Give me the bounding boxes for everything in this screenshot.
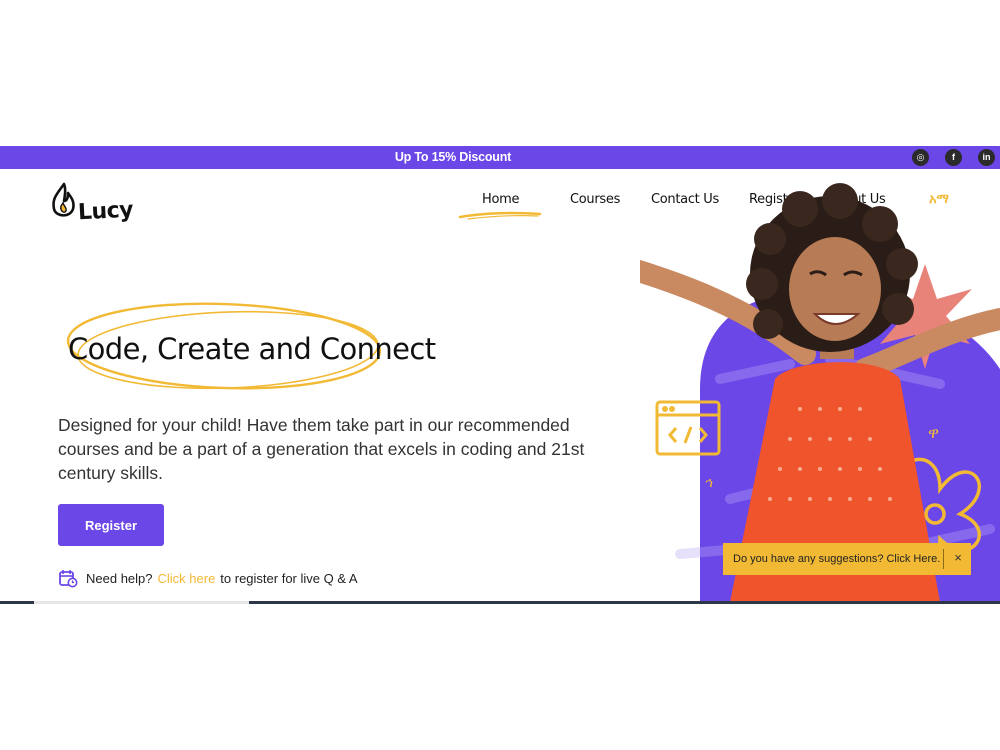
nav-home[interactable]: Home xyxy=(482,192,520,207)
flame-icon xyxy=(52,182,75,217)
instagram-icon[interactable]: ◎ xyxy=(912,149,929,166)
help-prefix: Need help? xyxy=(86,570,153,586)
brand-name: Lucy xyxy=(77,197,134,226)
help-link[interactable]: Click here xyxy=(158,571,216,586)
close-icon[interactable]: × xyxy=(951,550,965,566)
promo-text[interactable]: Up To 15% Discount xyxy=(0,150,906,164)
nav-courses[interactable]: Courses xyxy=(570,192,620,207)
help-row: Need help? Click here to register for li… xyxy=(58,568,358,588)
brand-logo[interactable]: Lucy xyxy=(50,181,140,231)
suggestion-text[interactable]: Do you have any suggestions? Click Here. xyxy=(733,553,940,565)
svg-text:ዋ: ዋ xyxy=(928,423,939,442)
hero-title: Code, Create and Connect xyxy=(68,332,436,366)
register-button[interactable]: Register xyxy=(58,504,164,546)
svg-text:ኅ: ኅ xyxy=(705,475,713,491)
help-suffix: to register for live Q & A xyxy=(220,570,358,586)
suggestion-divider xyxy=(943,549,944,569)
calendar-clock-icon xyxy=(59,570,78,588)
facebook-icon[interactable]: f xyxy=(945,149,962,166)
suggestion-bar: Do you have any suggestions? Click Here.… xyxy=(723,543,971,575)
linkedin-icon[interactable]: in xyxy=(978,149,995,166)
promo-bar: Up To 15% Discount ◎ f in xyxy=(0,146,1000,169)
bottom-edge-light xyxy=(34,601,249,604)
hero-description: Designed for your child! Have them take … xyxy=(58,415,585,483)
active-underline xyxy=(458,211,542,220)
hero-image: ዋ ኅ xyxy=(640,183,1000,602)
landing-page: Up To 15% Discount ◎ f in Lucy Home Cour… xyxy=(0,146,1000,602)
